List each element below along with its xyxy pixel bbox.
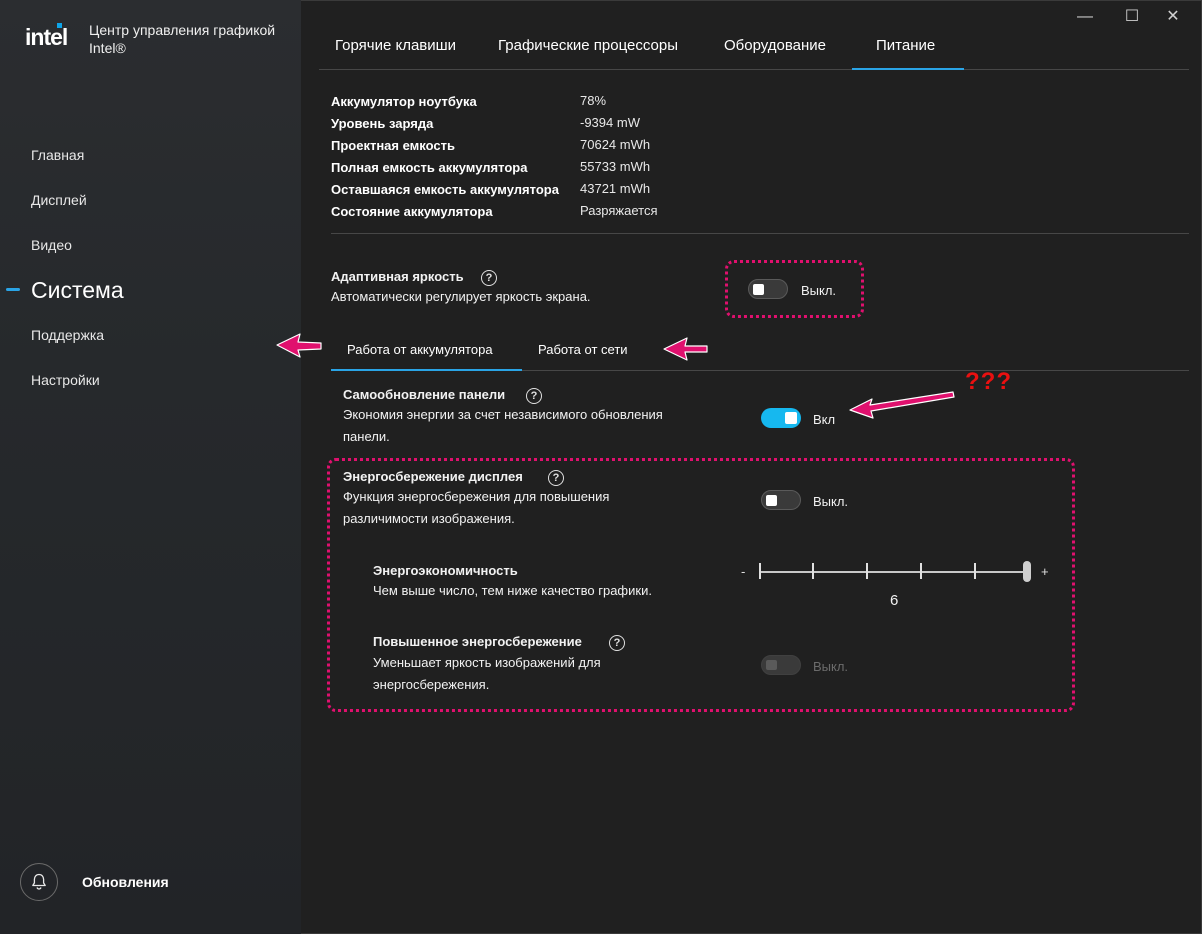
battery-info-value: Разряжается bbox=[580, 203, 658, 218]
section-divider bbox=[331, 233, 1189, 234]
sidebar-item-system[interactable]: Система bbox=[31, 277, 124, 304]
battery-info-label: Уровень заряда bbox=[331, 116, 434, 131]
tab-hotkeys[interactable]: Горячие клавиши bbox=[335, 37, 456, 54]
annotation-highlight-box bbox=[725, 260, 864, 318]
maximize-button[interactable]: ☐ bbox=[1109, 5, 1155, 29]
close-button[interactable]: ✕ bbox=[1150, 5, 1196, 29]
updates-bell-button[interactable] bbox=[20, 863, 58, 901]
app-title: Центр управления графикой Intel® bbox=[89, 21, 275, 57]
app-title-line2: Intel® bbox=[89, 40, 126, 56]
sidebar-item-video[interactable]: Видео bbox=[31, 237, 72, 253]
battery-info-label: Состояние аккумулятора bbox=[331, 204, 493, 219]
help-icon[interactable]: ? bbox=[526, 388, 542, 404]
logo-dot bbox=[57, 23, 62, 28]
battery-info-label: Аккумулятор ноутбука bbox=[331, 94, 477, 109]
help-icon[interactable]: ? bbox=[481, 270, 497, 286]
active-subtab-underline bbox=[331, 369, 522, 371]
sidebar: intel Центр управления графикой Intel® Г… bbox=[0, 0, 301, 934]
tab-gpus[interactable]: Графические процессоры bbox=[498, 37, 678, 54]
battery-info-label: Полная емкость аккумулятора bbox=[331, 160, 528, 175]
tab-plugged-in[interactable]: Работа от сети bbox=[538, 342, 628, 357]
battery-info-value: 70624 mWh bbox=[580, 137, 651, 152]
app-title-line1: Центр управления графикой bbox=[89, 22, 276, 38]
annotation-highlight-box bbox=[327, 458, 1075, 712]
panel-self-refresh-description-2: панели. bbox=[343, 429, 390, 444]
battery-info-value: 78% bbox=[580, 93, 607, 108]
active-tab-underline bbox=[852, 68, 964, 70]
annotation-question-marks: ??? bbox=[965, 368, 1012, 395]
updates-label[interactable]: Обновления bbox=[82, 874, 169, 890]
panel-self-refresh-state: Вкл bbox=[813, 412, 836, 427]
intel-logo: intel bbox=[25, 23, 68, 50]
battery-info-value: -9394 mW bbox=[580, 115, 640, 130]
tab-on-battery[interactable]: Работа от аккумулятора bbox=[347, 342, 493, 357]
panel-self-refresh-description-1: Экономия энергии за счет независимого об… bbox=[343, 407, 663, 422]
sidebar-item-display[interactable]: Дисплей bbox=[31, 192, 87, 208]
sidebar-item-settings[interactable]: Настройки bbox=[31, 372, 100, 388]
tab-power[interactable]: Питание bbox=[876, 37, 935, 54]
battery-info-value: 55733 mWh bbox=[580, 159, 651, 174]
battery-info-label: Проектная емкость bbox=[331, 138, 455, 153]
tabs-divider bbox=[319, 69, 1189, 70]
battery-info-value: 43721 mWh bbox=[580, 181, 651, 196]
panel-self-refresh-title: Самообновление панели bbox=[343, 387, 506, 402]
bell-icon bbox=[32, 873, 46, 890]
sidebar-item-support[interactable]: Поддержка bbox=[31, 327, 104, 343]
battery-info-label: Оставшаяся емкость аккумулятора bbox=[331, 182, 559, 197]
subtabs-divider bbox=[522, 370, 1189, 371]
panel-self-refresh-toggle[interactable] bbox=[761, 408, 801, 428]
adaptive-brightness-description: Автоматически регулирует яркость экрана. bbox=[331, 289, 591, 304]
minimize-button[interactable]: — bbox=[1062, 5, 1108, 29]
sidebar-item-home[interactable]: Главная bbox=[31, 147, 84, 163]
active-nav-indicator bbox=[6, 288, 20, 291]
tab-hardware[interactable]: Оборудование bbox=[724, 37, 826, 54]
adaptive-brightness-title: Адаптивная яркость bbox=[331, 269, 464, 284]
